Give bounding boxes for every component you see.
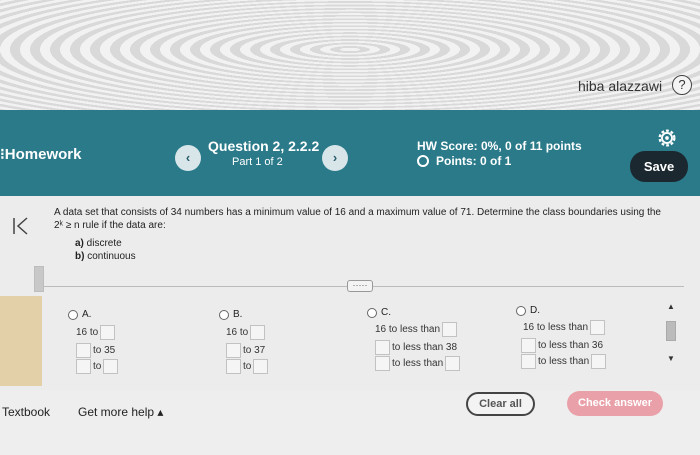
option-b-radio[interactable]: B. xyxy=(219,309,242,320)
option-c-radio[interactable]: C. xyxy=(367,307,391,318)
get-more-help-link[interactable]: Get more help ▴ xyxy=(78,405,163,419)
answer-box[interactable] xyxy=(375,340,390,355)
option-b-row-1: 16 to xyxy=(224,325,266,340)
answer-box[interactable] xyxy=(521,338,536,353)
scroll-up-icon[interactable]: ▲ xyxy=(667,302,675,311)
question-title: Question 2, 2.2.2 xyxy=(208,138,320,154)
expand-button[interactable]: ····· xyxy=(347,280,373,292)
answer-box[interactable] xyxy=(591,354,607,369)
option-d-row-2: to less than 36 xyxy=(521,338,605,353)
gear-icon[interactable] xyxy=(656,127,678,149)
progress-ring-icon xyxy=(417,155,429,167)
answer-box[interactable] xyxy=(100,325,116,340)
answer-box[interactable] xyxy=(76,359,91,374)
header-bar: ⁝Homework ‹ Question 2, 2.2.2 Part 1 of … xyxy=(0,110,700,196)
option-d-radio[interactable]: D. xyxy=(516,305,540,316)
question-rule: 2ᵏ ≥ n rule if the data are: xyxy=(54,220,166,231)
subpart-a: a) discrete xyxy=(75,238,122,249)
side-highlight xyxy=(0,296,42,386)
option-a-row-1: 16 to xyxy=(74,325,116,340)
option-b-row-2: to 37 xyxy=(226,343,267,358)
radio-icon xyxy=(68,309,78,320)
option-d-row-1: 16 to less than xyxy=(521,320,606,335)
option-c-row-1: 16 to less than xyxy=(373,322,458,337)
answer-box[interactable] xyxy=(442,322,458,337)
back-to-start-icon[interactable] xyxy=(11,216,33,236)
next-question-button[interactable]: › xyxy=(322,145,348,171)
radio-icon xyxy=(219,309,229,320)
answer-box[interactable] xyxy=(226,359,241,374)
scroll-down-icon[interactable]: ▼ xyxy=(667,354,675,363)
previous-question-button[interactable]: ‹ xyxy=(175,145,201,171)
save-button[interactable]: Save xyxy=(630,151,688,182)
option-a-row-3: to xyxy=(76,359,119,374)
check-answer-button[interactable]: Check answer xyxy=(567,391,663,416)
option-a-row-2: to 35 xyxy=(76,343,117,358)
homework-title[interactable]: ⁝Homework xyxy=(0,145,81,163)
option-d-row-3: to less than xyxy=(521,354,607,369)
answer-box[interactable] xyxy=(445,356,461,371)
answer-box[interactable] xyxy=(521,354,536,369)
answer-box[interactable] xyxy=(76,343,91,358)
footer-bar: Textbook Get more help ▴ Clear all Check… xyxy=(0,390,700,455)
question-part: Part 1 of 2 xyxy=(232,156,283,168)
answer-box[interactable] xyxy=(590,320,606,335)
answer-box[interactable] xyxy=(375,356,390,371)
scrollbar-thumb[interactable] xyxy=(666,321,676,341)
answer-box[interactable] xyxy=(103,359,119,374)
textbook-link[interactable]: Textbook xyxy=(2,405,50,419)
answer-box[interactable] xyxy=(226,343,241,358)
help-icon[interactable]: ? xyxy=(672,75,692,95)
question-text: A data set that consists of 34 numbers h… xyxy=(54,207,661,218)
option-c-row-2: to less than 38 xyxy=(375,340,459,355)
points-status: Points: 0 of 1 xyxy=(417,154,511,168)
side-tab[interactable] xyxy=(34,266,44,292)
answer-box[interactable] xyxy=(253,359,269,374)
user-name: hiba alazzawi xyxy=(578,78,663,94)
subpart-b: b) continuous xyxy=(75,251,136,262)
answer-box[interactable] xyxy=(250,325,266,340)
clear-all-button[interactable]: Clear all xyxy=(466,392,535,416)
radio-icon xyxy=(516,305,526,316)
radio-icon xyxy=(367,307,377,318)
hw-score: HW Score: 0%, 0 of 11 points xyxy=(417,139,582,153)
option-b-row-3: to xyxy=(226,359,269,374)
option-c-row-3: to less than xyxy=(375,356,461,371)
option-a-radio[interactable]: A. xyxy=(68,309,91,320)
